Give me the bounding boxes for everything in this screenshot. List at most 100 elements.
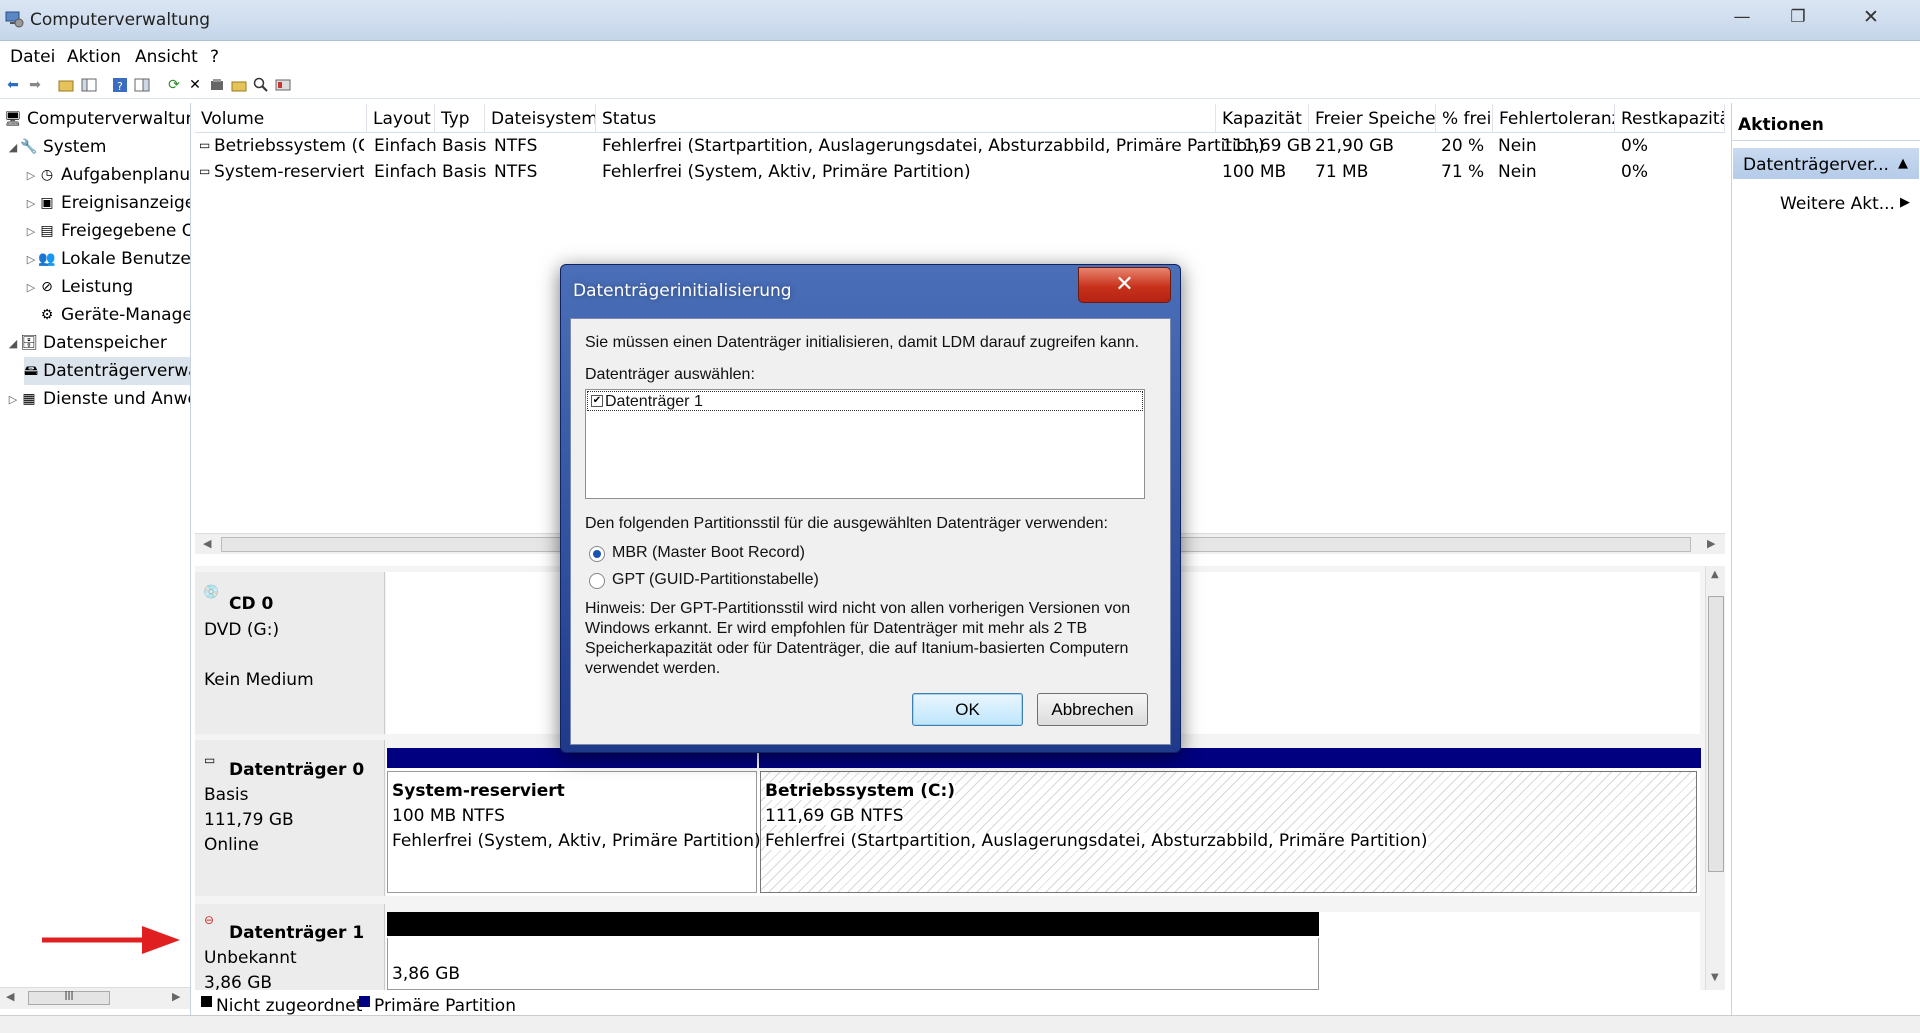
expand-icon[interactable]: ▷ — [6, 394, 20, 405]
tree-item-system[interactable]: ◢ 🔧 System — [6, 133, 107, 161]
tree-item-storage[interactable]: ◢ 🗄 Datenspeicher — [6, 329, 167, 357]
menu-ansicht[interactable]: Ansicht — [135, 49, 198, 66]
performance-icon: ⊘ — [41, 279, 53, 295]
restore-button[interactable]: ❐ — [1776, 0, 1820, 34]
tree-item-shared-folders[interactable]: ▷▤ Freigegebene Ordner — [24, 217, 190, 245]
expand-icon[interactable]: ▷ — [24, 198, 38, 209]
disk-view-vertical-scrollbar[interactable]: ▲ ▼ — [1705, 566, 1725, 990]
actions-section-disk-management[interactable]: Datenträgerver... ▲ — [1733, 148, 1919, 179]
menu-datei[interactable]: Datei — [10, 49, 55, 66]
column-typ[interactable]: Typ — [435, 104, 485, 133]
partition-size: 100 MB NTFS — [392, 806, 505, 826]
tree-item-device-manager[interactable]: ⚙ Geräte-Manager — [24, 301, 191, 329]
ok-button[interactable]: OK — [912, 693, 1023, 726]
properties-pane-icon[interactable] — [133, 76, 151, 94]
hint-line-3: Speicherkapazität oder für Datenträger, … — [585, 640, 1129, 657]
expand-icon[interactable]: ▷ — [24, 282, 38, 293]
volume-name: System-reserviert — [214, 164, 364, 181]
mbr-option[interactable]: MBR (Master Boot Record) — [589, 543, 839, 565]
expand-icon[interactable]: ▷ — [24, 254, 38, 265]
menu-aktion[interactable]: Aktion — [67, 49, 121, 66]
forward-icon[interactable]: ➡ — [26, 76, 44, 94]
volume-fault-tolerance: Nein — [1498, 164, 1537, 181]
disk-selection-list[interactable]: ✔ Datenträger 1 — [585, 389, 1145, 499]
disk-initialization-dialog: Datenträgerinitialisierung ✕ Sie müssen … — [560, 264, 1181, 753]
dialog-close-button[interactable]: ✕ — [1078, 267, 1171, 303]
tree-item-disk-management[interactable]: 🖴Datenträgerverwaltung — [24, 357, 190, 385]
scroll-thumb[interactable]: ||| — [28, 991, 110, 1005]
tree-item-label: Dienste und Anwendungen — [43, 388, 190, 409]
collapse-icon[interactable]: ▲ — [1898, 157, 1908, 170]
table-row[interactable]: ▭ Betriebssystem (C:) Einfach Basis NTFS… — [195, 135, 1725, 161]
tree-item-label: Aufgabenplanung — [61, 164, 191, 185]
tree-item-label: Datenträgerverwaltung — [43, 360, 190, 381]
tree-item-label: System — [43, 136, 107, 157]
open-folder-icon[interactable] — [230, 76, 248, 94]
column-dateisystem[interactable]: Dateisystem — [485, 104, 596, 133]
more-actions-item[interactable]: Weitere Akt... ▶ — [1772, 193, 1918, 217]
properties-icon[interactable] — [208, 76, 226, 94]
column-restkapazitaet[interactable]: Restkapazität — [1615, 104, 1725, 133]
volume-layout: Einfach — [374, 164, 437, 181]
show-tree-icon[interactable] — [80, 76, 98, 94]
partition-system-reserved[interactable]: System-reserviert 100 MB NTFS Fehlerfrei… — [387, 771, 761, 893]
minimize-button[interactable]: — — [1720, 0, 1764, 34]
collapse-icon[interactable]: ◢ — [6, 142, 20, 153]
scroll-right-icon[interactable]: ▶ — [1707, 538, 1715, 549]
tree-item-event-viewer[interactable]: ▷ ▣ Ereignisanzeige — [24, 189, 190, 217]
refresh-icon[interactable]: ⟳ — [165, 76, 183, 94]
volume-icon: ▭ — [199, 138, 211, 152]
column-volume[interactable]: Volume — [195, 104, 367, 133]
close-button[interactable]: ✕ — [1826, 0, 1916, 34]
users-icon: 👥 — [38, 251, 56, 267]
cancel-button[interactable]: Abbrechen — [1037, 693, 1148, 726]
column-status[interactable]: Status — [596, 104, 1216, 133]
scroll-up-icon[interactable]: ▲ — [1711, 570, 1719, 580]
disk-label-disk0[interactable]: ▭ Datenträger 0 Basis 111,79 GB Online — [195, 740, 385, 896]
column-prozent-frei[interactable]: % frei — [1436, 104, 1493, 133]
scroll-right-icon[interactable]: ▶ — [172, 991, 180, 1002]
table-row[interactable]: ▭ System-reserviert Einfach Basis NTFS F… — [195, 161, 1725, 187]
gpt-option[interactable]: GPT (GUID-Partitionstabelle) — [589, 570, 839, 592]
delete-icon[interactable]: ✕ — [186, 76, 204, 94]
help-icon[interactable]: ? — [111, 76, 129, 94]
tree-item-label: Computerverwaltung (Lokal) — [27, 108, 191, 129]
scroll-left-icon[interactable]: ◀ — [203, 538, 211, 549]
mbr-radio[interactable] — [589, 546, 605, 562]
tree-item-performance[interactable]: ▷ ⊘ Leistung — [24, 273, 133, 301]
up-folder-icon[interactable] — [57, 76, 75, 94]
tree-horizontal-scrollbar[interactable]: ◀ ||| ▶ — [0, 987, 190, 1009]
legend: Nicht zugeordnet Primäre Partition — [195, 992, 1725, 1016]
disk-label-cd0[interactable]: 💿 CD 0 DVD (G:) Kein Medium — [195, 572, 385, 734]
column-kapazitaet[interactable]: Kapazität — [1216, 104, 1309, 133]
list-item[interactable]: ✔ Datenträger 1 — [587, 391, 1143, 411]
column-layout[interactable]: Layout — [367, 104, 435, 133]
column-fehlertoleranz[interactable]: Fehlertoleranz — [1493, 104, 1615, 133]
disk-properties-icon[interactable] — [274, 76, 292, 94]
search-icon[interactable] — [252, 76, 270, 94]
volume-status: Fehlerfrei (System, Aktiv, Primäre Parti… — [602, 164, 971, 181]
scroll-down-icon[interactable]: ▼ — [1711, 973, 1719, 983]
expand-icon[interactable]: ▷ — [24, 226, 38, 237]
back-icon[interactable]: ⬅ — [4, 76, 22, 94]
tree-item-services[interactable]: ▷▦ Dienste und Anwendungen — [6, 385, 190, 413]
partition-unallocated[interactable]: 3,86 GB — [387, 938, 1319, 990]
disk-label-disk1[interactable]: ⊖ Datenträger 1 Unbekannt 3,86 GB — [195, 904, 385, 992]
legend-unallocated-label: Nicht zugeordnet — [216, 996, 363, 1016]
scroll-thumb[interactable] — [1708, 596, 1724, 872]
computer-management-icon — [4, 9, 24, 29]
column-freier-speicher[interactable]: Freier Speicher — [1309, 104, 1436, 133]
disk-checkbox[interactable]: ✔ — [591, 395, 603, 407]
gpt-radio[interactable] — [589, 573, 605, 589]
scroll-left-icon[interactable]: ◀ — [6, 991, 14, 1002]
partition-betriebssystem-c[interactable]: Betriebssystem (C:) 111,69 GB NTFS Fehle… — [760, 771, 1697, 893]
partition-name: System-reserviert — [392, 781, 565, 801]
collapse-icon[interactable]: ◢ — [6, 338, 20, 349]
tree-item-task-scheduler[interactable]: ▷◷ Aufgabenplanung — [24, 161, 191, 189]
tree-item-computer-management[interactable]: 🖥 Computerverwaltung (Lokal) — [4, 105, 191, 133]
svg-text:?: ? — [117, 80, 123, 93]
tree-item-label: Geräte-Manager — [61, 304, 191, 325]
expand-icon[interactable]: ▷ — [24, 170, 38, 181]
tree-item-local-users[interactable]: ▷👥 Lokale Benutzer und Gruppen — [24, 245, 190, 273]
menu-help[interactable]: ? — [210, 49, 219, 66]
